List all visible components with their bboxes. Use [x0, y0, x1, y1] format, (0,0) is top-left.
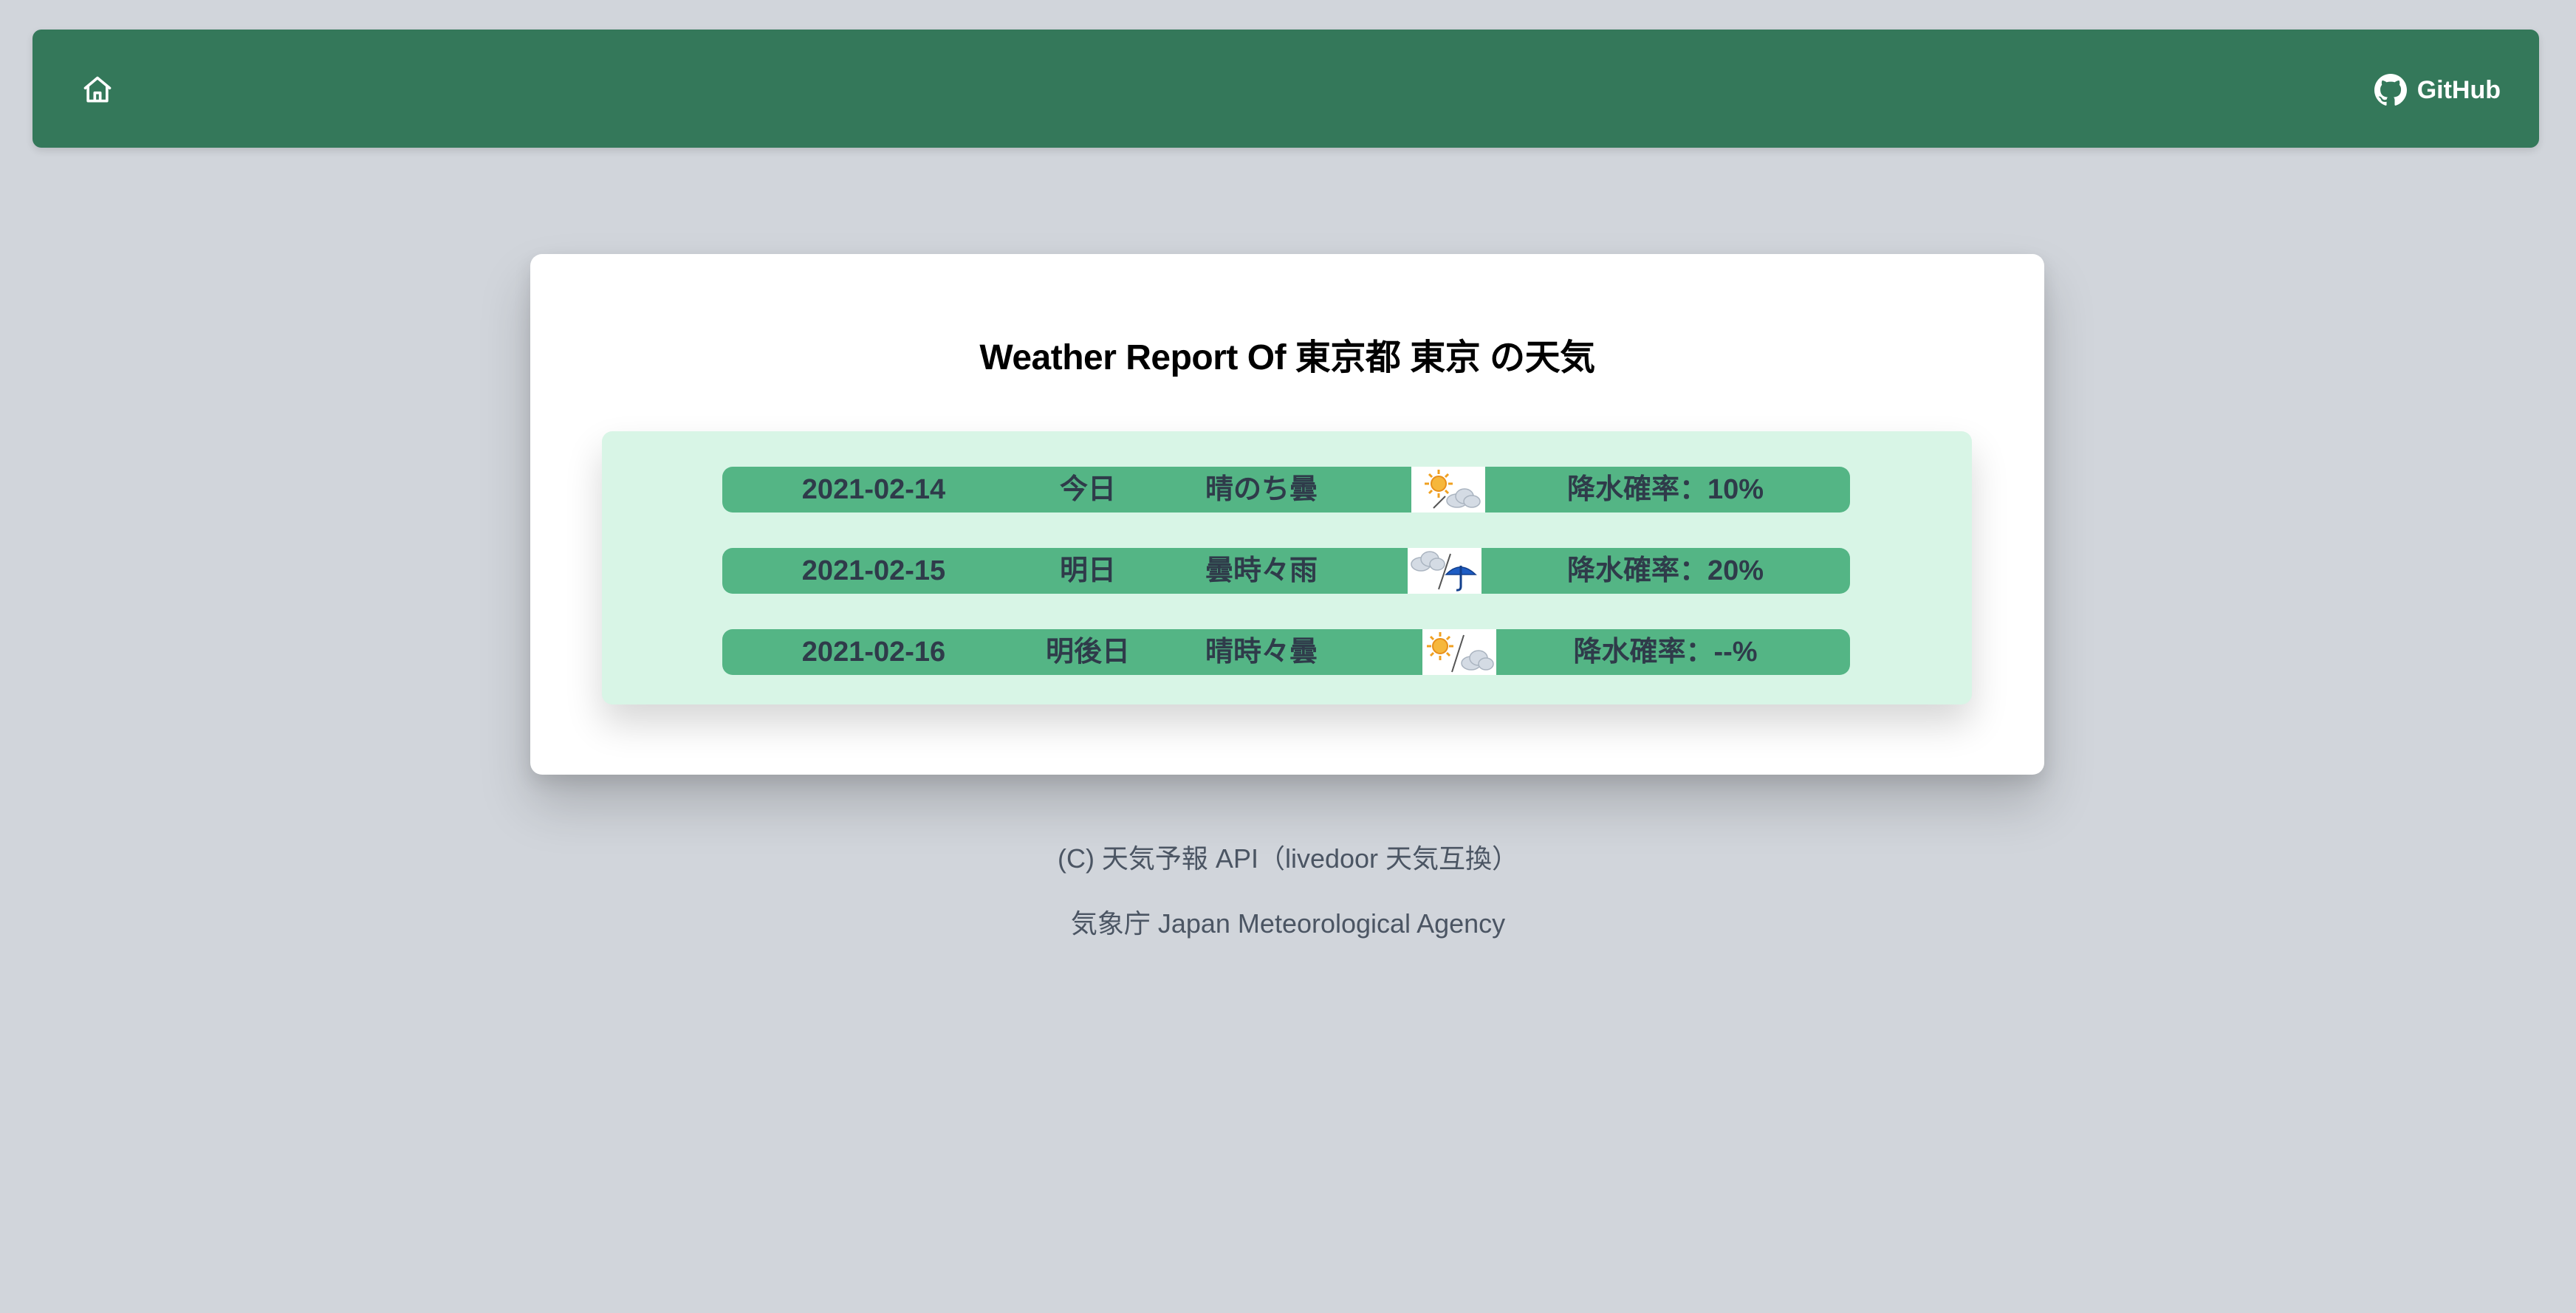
forecast-condition: 曇時々雨	[1205, 555, 1318, 586]
forecast-condition: 晴時々曇	[1205, 637, 1318, 668]
forecast-date: 2021-02-14	[801, 474, 946, 505]
forecast-row: 2021-02-15 明日 曇時々雨 降水確率：20%	[722, 548, 1850, 594]
forecast-day-label: 明後日	[1045, 637, 1130, 668]
forecast-condition: 晴のち曇	[1205, 474, 1318, 505]
weather-card: Weather Report Of 東京都 東京 の天気 2021-02-14 …	[530, 254, 2044, 775]
forecast-panel: 2021-02-14 今日 晴のち曇 降水確率：10% 2021-02-15 明…	[602, 431, 1972, 705]
page-title: Weather Report Of 東京都 東京 の天気	[979, 338, 1595, 377]
home-button[interactable]	[77, 69, 118, 111]
forecast-row: 2021-02-16 明後日 晴時々曇 降水確率：--%	[722, 629, 1850, 675]
footer-copyright: (C) 天気予報 API（livedoor 天気互換）	[1057, 843, 1519, 874]
forecast-rain-chance: 降水確率：--%	[1573, 637, 1758, 668]
cloud-sometimes-rain-icon	[1408, 548, 1481, 594]
home-icon	[83, 76, 112, 103]
github-link[interactable]: GitHub	[2374, 69, 2501, 111]
forecast-rain-chance: 降水確率：10%	[1566, 474, 1764, 505]
forecast-date: 2021-02-15	[801, 555, 946, 586]
github-label[interactable]: GitHub	[2417, 76, 2501, 105]
top-navbar	[32, 30, 2539, 148]
sun-then-cloud-icon	[1411, 467, 1485, 512]
forecast-day-label: 明日	[1059, 555, 1116, 586]
github-icon	[2374, 74, 2407, 106]
forecast-row: 2021-02-14 今日 晴のち曇 降水確率：10%	[722, 467, 1850, 512]
footer-agency: 気象庁 Japan Meteorological Agency	[1070, 908, 1506, 939]
forecast-date: 2021-02-16	[801, 637, 946, 668]
forecast-day-label: 今日	[1059, 474, 1116, 505]
forecast-rain-chance: 降水確率：20%	[1566, 555, 1764, 586]
